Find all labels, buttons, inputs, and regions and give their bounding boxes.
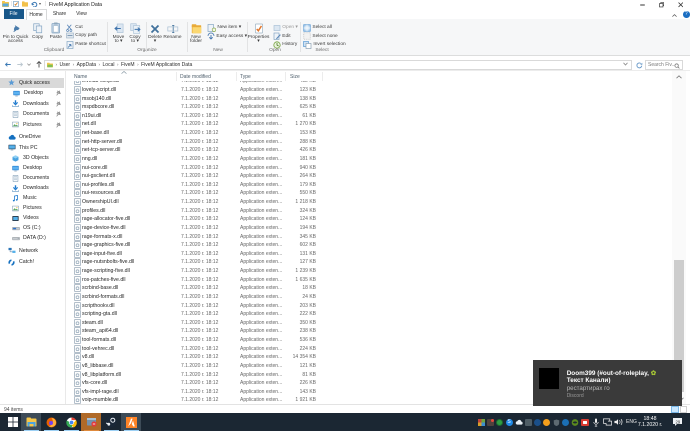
svg-text:29: 29 (676, 419, 681, 424)
